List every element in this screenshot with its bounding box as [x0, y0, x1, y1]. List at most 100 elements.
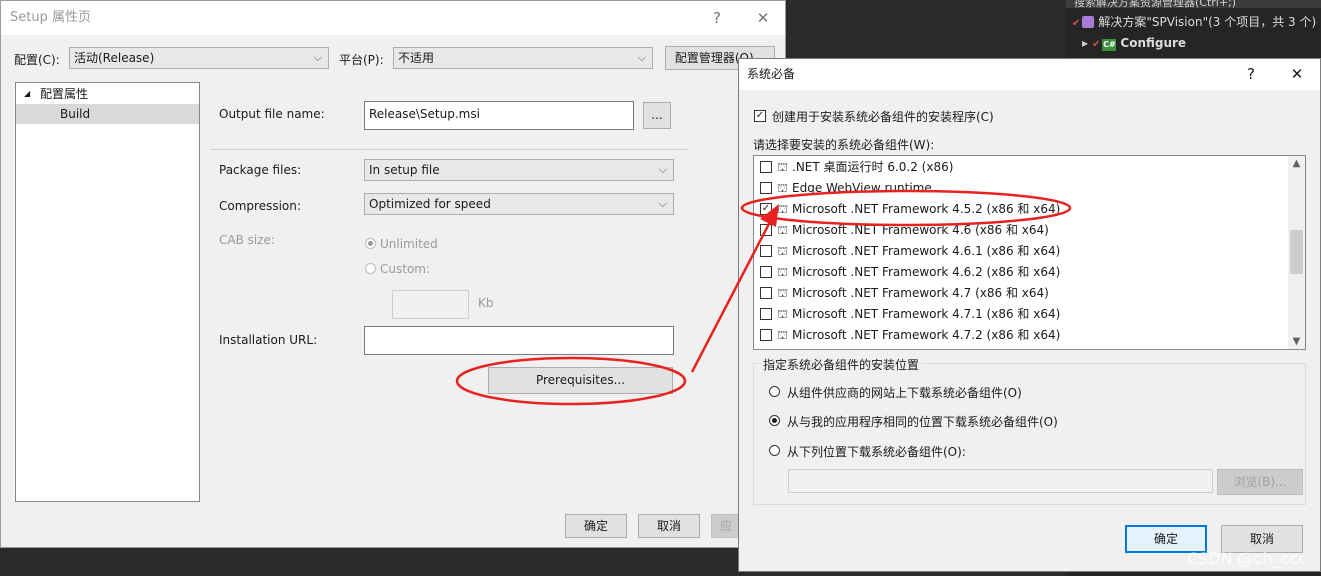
config-label: 配置(C):	[14, 53, 60, 67]
package-icon: ⛫	[777, 328, 789, 342]
check-icon: ✔	[1072, 18, 1081, 29]
chevron-down-icon: ⌵	[658, 163, 667, 176]
component-checkbox[interactable]	[760, 287, 772, 299]
browse-location-button[interactable]: 浏览(B)...	[1217, 469, 1303, 495]
package-icon: ⛫	[777, 223, 789, 237]
solution-node[interactable]: ✔ 解决方案"SPVision"(3 个项目，共 3 个)	[1072, 12, 1316, 32]
package-files-select[interactable]: In setup file ⌵	[364, 159, 674, 181]
package-icon: ⛫	[777, 307, 789, 321]
tree-node-label: 配置属性	[40, 87, 89, 101]
create-setup-label: 创建用于安装系统必备组件的安装程序(C)	[772, 110, 994, 124]
package-icon: ⛫	[777, 181, 789, 195]
unlimited-label: Unlimited	[380, 237, 438, 251]
browse-output-button[interactable]: ...	[643, 102, 671, 129]
option-vendor-radio[interactable]	[769, 386, 780, 397]
list-scrollbar[interactable]: ▲ ▼	[1288, 156, 1305, 349]
option-vendor-label: 从组件供应商的网站上下载系统必备组件(O)	[787, 386, 1022, 400]
platform-select[interactable]: 不适用 ⌵	[393, 47, 653, 69]
chevron-down-icon: ⌵	[658, 197, 667, 210]
ok-button[interactable]: 确定	[565, 514, 627, 538]
platform-label: 平台(P):	[339, 53, 384, 67]
component-label: Edge WebView runtime	[792, 181, 932, 195]
package-icon: ⛫	[777, 265, 789, 279]
config-select[interactable]: 活动(Release) ⌵	[69, 47, 329, 69]
tree-node-build[interactable]: Build	[16, 104, 199, 124]
choose-components-label: 请选择要安装的系统必备组件(W):	[753, 138, 935, 152]
cab-size-input[interactable]	[392, 290, 469, 319]
component-label: Microsoft .NET Framework 4.6.1 (x86 和 x6…	[792, 244, 1061, 258]
component-checkbox[interactable]	[760, 161, 772, 173]
kb-label: Kb	[478, 296, 494, 310]
component-checkbox[interactable]	[760, 329, 772, 341]
option-same-location-label: 从与我的应用程序相同的位置下载系统必备组件(O)	[787, 415, 1058, 429]
package-icon: ⛫	[777, 286, 789, 300]
component-checkbox[interactable]	[760, 308, 772, 320]
close-button[interactable]: ✕	[1283, 59, 1311, 90]
tree-node-config-properties[interactable]: ◢ 配置属性	[16, 84, 199, 104]
title-bar: 系统必备 ? ✕	[739, 59, 1320, 90]
divider	[210, 149, 688, 150]
create-setup-checkbox[interactable]: ✓	[754, 110, 766, 122]
package-icon: ⛫	[777, 244, 789, 258]
help-button[interactable]: ?	[703, 1, 731, 35]
chevron-right-icon[interactable]: ▸	[1082, 33, 1092, 53]
chevron-down-icon: ⌵	[637, 51, 646, 64]
component-checkbox[interactable]	[760, 245, 772, 257]
cancel-button[interactable]: 取消	[638, 514, 700, 538]
component-label: Microsoft .NET Framework 4.5.2 (x86 和 x6…	[792, 202, 1061, 216]
tree-node-label: Build	[60, 107, 91, 121]
prerequisites-button[interactable]: Prerequisites...	[488, 367, 673, 394]
property-pages-dialog: Setup 属性页 ? ✕ 配置(C): 活动(Release) ⌵ 平台(P)…	[0, 0, 786, 548]
check-icon: ✔	[1092, 39, 1101, 50]
component-checkbox[interactable]	[760, 182, 772, 194]
custom-location-input[interactable]	[788, 469, 1213, 493]
platform-select-value: 不适用	[398, 51, 435, 65]
component-label: Microsoft .NET Framework 4.7.1 (x86 和 x6…	[792, 307, 1061, 321]
component-label: .NET 桌面运行时 6.0.2 (x86)	[792, 160, 954, 174]
chevron-down-icon: ⌵	[313, 51, 322, 64]
csharp-project-icon: C#	[1102, 39, 1117, 51]
project-node-configure[interactable]: ▸ ✔ C# Configure	[1082, 33, 1186, 53]
custom-radio[interactable]	[365, 263, 376, 274]
output-file-input[interactable]: Release\Setup.msi	[364, 101, 634, 130]
config-tree[interactable]: ◢ 配置属性 Build	[15, 82, 200, 502]
installation-url-label: Installation URL:	[219, 333, 318, 347]
help-button[interactable]: ?	[1237, 59, 1265, 90]
installation-url-input[interactable]	[364, 326, 674, 355]
compression-label: Compression:	[219, 199, 301, 213]
scroll-down-icon[interactable]: ▼	[1288, 336, 1305, 347]
package-icon: ⛫	[777, 202, 789, 216]
components-list[interactable]: ⛫ .NET 桌面运行时 6.0.2 (x86) ⛫ Edge WebView run…	[753, 155, 1306, 350]
option-same-location-radio[interactable]	[769, 415, 780, 426]
option-custom-location-radio[interactable]	[769, 445, 780, 456]
solution-label: 解决方案"SPVision"(3 个项目，共 3 个)	[1098, 15, 1317, 29]
component-label: Microsoft .NET Framework 4.7.2 (x86 和 x6…	[792, 328, 1061, 342]
config-select-value: 活动(Release)	[74, 51, 155, 65]
component-checkbox[interactable]	[760, 266, 772, 278]
package-files-value: In setup file	[369, 163, 440, 177]
expand-icon[interactable]: ◢	[24, 84, 30, 104]
output-file-label: Output file name:	[219, 107, 325, 121]
cab-size-label: CAB size:	[219, 233, 275, 247]
package-files-label: Package files:	[219, 163, 302, 177]
component-label: Microsoft .NET Framework 4.6 (x86 和 x64)	[792, 223, 1049, 237]
watermark: CSDN @ch_ccc	[1186, 549, 1307, 568]
component-label: Microsoft .NET Framework 4.7 (x86 和 x64)	[792, 286, 1049, 300]
dialog-title: Setup 属性页	[10, 10, 91, 25]
title-bar: Setup 属性页 ? ✕	[1, 1, 785, 35]
component-checkbox[interactable]	[760, 224, 772, 236]
option-custom-location-label: 从下列位置下载系统必备组件(O):	[787, 445, 966, 459]
scroll-up-icon[interactable]: ▲	[1288, 158, 1305, 169]
prerequisites-dialog: 系统必备 ? ✕ ✓ 创建用于安装系统必备组件的安装程序(C) 请选择要安装的系…	[738, 58, 1321, 572]
component-label: Microsoft .NET Framework 4.6.2 (x86 和 x6…	[792, 265, 1061, 279]
solution-search-input[interactable]: 搜索解决方案资源管理器(Ctrl+;)	[1066, 0, 1321, 8]
scroll-thumb[interactable]	[1290, 230, 1303, 274]
apply-button[interactable]: 应	[711, 514, 741, 538]
dialog-title: 系统必备	[747, 67, 796, 81]
solution-icon	[1082, 16, 1095, 28]
component-checkbox[interactable]: ✓	[760, 203, 772, 215]
package-icon: ⛫	[777, 160, 789, 174]
close-button[interactable]: ✕	[749, 1, 777, 35]
compression-select[interactable]: Optimized for speed ⌵	[364, 193, 674, 215]
unlimited-radio[interactable]	[365, 238, 376, 249]
